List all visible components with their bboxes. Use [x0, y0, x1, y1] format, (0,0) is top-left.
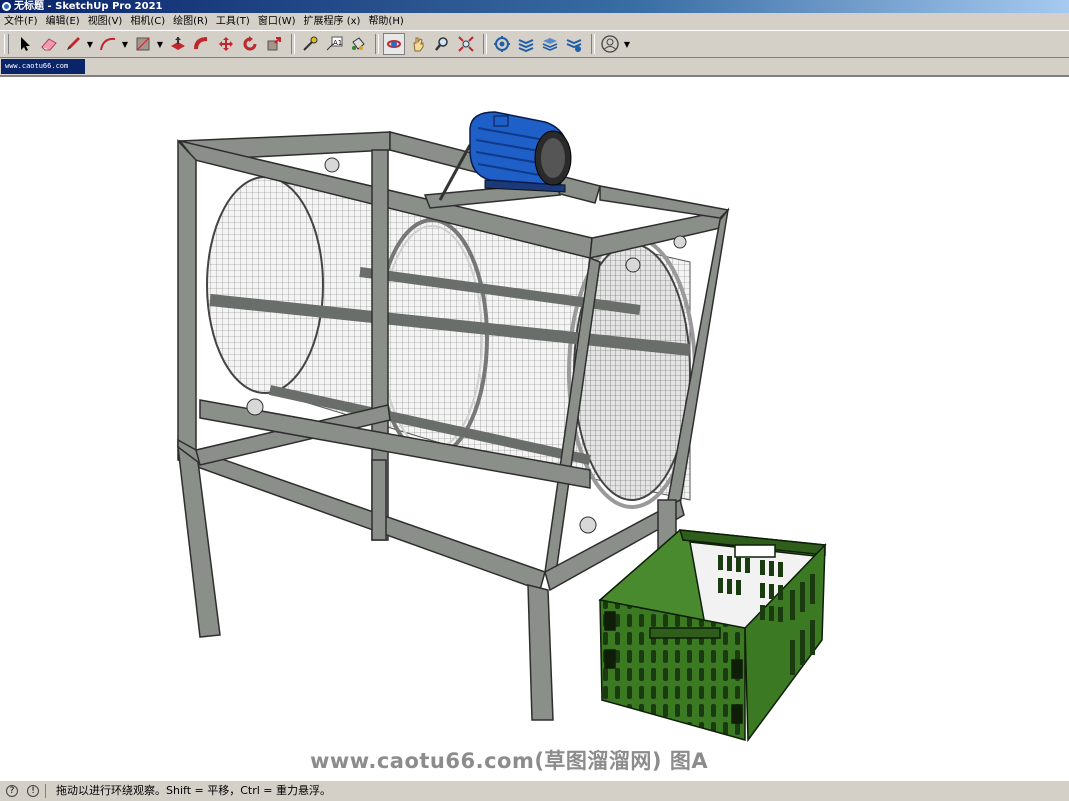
arc-dropdown-icon[interactable]: ▼: [121, 33, 129, 55]
3d-warehouse-icon[interactable]: [491, 33, 513, 55]
pencil-icon[interactable]: [62, 33, 84, 55]
paint-bucket-icon[interactable]: [347, 33, 369, 55]
menu-file[interactable]: 文件(F): [0, 13, 42, 30]
tape-measure-icon[interactable]: [299, 33, 321, 55]
toolbar-separator: [291, 34, 295, 54]
watermark-text: www.caotu66.com(草图溜溜网) 图A: [310, 749, 709, 773]
push-pull-icon[interactable]: [167, 33, 189, 55]
status-bar: ? ! 拖动以进行环绕观察。Shift = 平移，Ctrl = 重力悬浮。: [0, 780, 1069, 801]
extension-warehouse-icon[interactable]: [515, 33, 537, 55]
model-drawing: [177, 111, 827, 743]
extension-manager-icon[interactable]: [563, 33, 585, 55]
account-icon[interactable]: [599, 33, 621, 55]
rotate-icon[interactable]: [239, 33, 261, 55]
zoom-icon[interactable]: [431, 33, 453, 55]
pan-icon[interactable]: [407, 33, 429, 55]
menu-extensions[interactable]: 扩展程序 (x): [300, 13, 365, 30]
status-message: 拖动以进行环绕观察。Shift = 平移，Ctrl = 重力悬浮。: [56, 784, 331, 797]
toolbar-grip[interactable]: [4, 34, 9, 54]
menu-tools[interactable]: 工具(T): [212, 13, 254, 30]
text-icon[interactable]: A1: [323, 33, 345, 55]
orbit-icon[interactable]: [383, 33, 405, 55]
toolbar-separator: [591, 34, 595, 54]
menu-edit[interactable]: 编辑(E): [42, 13, 84, 30]
toolbar-separator: [483, 34, 487, 54]
window-title: 无标题 - SketchUp Pro 2021: [14, 1, 163, 12]
menu-bar: 文件(F) 编辑(E) 视图(V) 相机(C) 绘图(R) 工具(T) 窗口(W…: [0, 13, 1069, 30]
toolbar-separator: [375, 34, 379, 54]
menu-view[interactable]: 视图(V): [84, 13, 127, 30]
sketchup-app-icon: [2, 2, 11, 11]
scene-tab[interactable]: www.caotu66.com: [1, 59, 85, 74]
rectangle-dropdown-icon[interactable]: ▼: [156, 33, 164, 55]
model-viewport[interactable]: www.caotu66.com(草图溜溜网) 图A: [0, 75, 1069, 780]
account-dropdown-icon[interactable]: ▼: [623, 33, 631, 55]
plastic-crate: [598, 529, 827, 743]
scale-icon[interactable]: [263, 33, 285, 55]
select-icon[interactable]: [14, 33, 36, 55]
status-divider: [45, 784, 46, 798]
follow-me-icon[interactable]: [191, 33, 213, 55]
title-bar: 无标题 - SketchUp Pro 2021: [0, 0, 1069, 13]
scene-tab-strip: www.caotu66.com: [0, 58, 1069, 75]
pencil-dropdown-icon[interactable]: ▼: [86, 33, 94, 55]
move-icon[interactable]: [215, 33, 237, 55]
info-icon[interactable]: !: [27, 785, 39, 797]
menu-camera[interactable]: 相机(C): [126, 13, 169, 30]
zoom-extents-icon[interactable]: [455, 33, 477, 55]
main-toolbar: ▼ ▼ ▼ A1 ▼: [0, 30, 1069, 58]
rectangle-icon[interactable]: [132, 33, 154, 55]
eraser-icon[interactable]: [38, 33, 60, 55]
layout-icon[interactable]: [539, 33, 561, 55]
electric-motor: [469, 111, 572, 193]
menu-draw[interactable]: 绘图(R): [169, 13, 212, 30]
arc-icon[interactable]: [97, 33, 119, 55]
menu-window[interactable]: 窗口(W): [254, 13, 300, 30]
geolocation-icon[interactable]: ?: [6, 785, 18, 797]
menu-help[interactable]: 帮助(H): [364, 13, 407, 30]
svg-text:A1: A1: [333, 39, 342, 47]
